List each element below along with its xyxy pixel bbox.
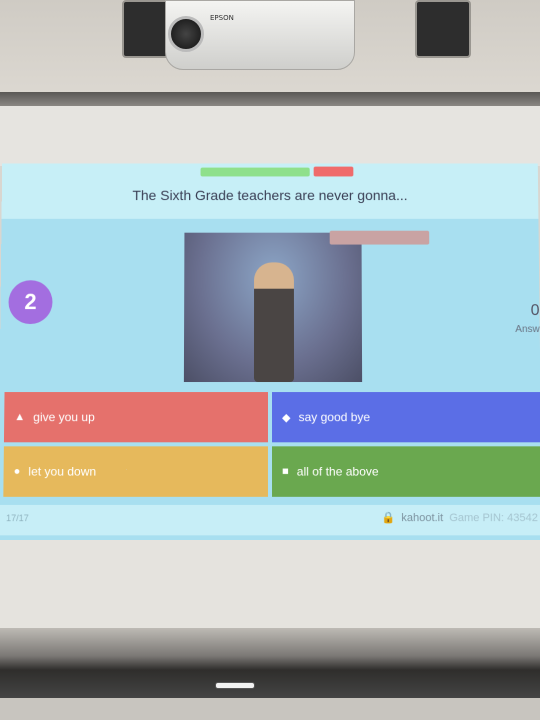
media-overlay-badge	[329, 230, 430, 245]
answer-diamond[interactable]: ◆ say good bye	[272, 392, 540, 443]
answer-circle[interactable]: ● let you down	[3, 446, 268, 497]
join-site: kahoot.it	[401, 511, 444, 524]
question-bar: The Sixth Grade teachers are never gonna…	[1, 163, 539, 219]
answer-label: let you down	[28, 464, 97, 479]
answers-count-value: 0	[530, 302, 540, 320]
answer-square[interactable]: ■ all of the above	[272, 446, 540, 497]
question-counter: 17/17	[6, 513, 29, 524]
projected-screen: The Sixth Grade teachers are never gonna…	[0, 163, 540, 542]
question-media	[183, 232, 363, 383]
floor	[0, 698, 540, 720]
ceiling-rail	[0, 92, 540, 106]
join-info: 🔒 kahoot.it Game PIN: 43542	[381, 511, 539, 525]
triangle-icon: ▲	[14, 411, 26, 424]
square-icon: ■	[282, 465, 289, 478]
marker	[215, 682, 255, 689]
answer-label: all of the above	[296, 464, 379, 479]
diamond-icon: ◆	[282, 411, 291, 424]
answer-label: give you up	[33, 410, 95, 425]
answers-counter: 0 Answ	[515, 302, 540, 335]
screen-share-badge[interactable]	[200, 167, 310, 177]
answer-triangle[interactable]: ▲ give you up	[3, 392, 268, 443]
whiteboard-tray	[0, 628, 540, 698]
projector-lens	[168, 16, 204, 52]
answers-count-label: Answ	[515, 324, 540, 336]
media-person	[253, 262, 295, 383]
game-pin: Game PIN: 43542	[449, 511, 539, 524]
wall-below-screen	[0, 540, 540, 640]
right-speaker	[415, 0, 471, 58]
projector-brand: EPSON	[210, 14, 234, 22]
screen-roll	[0, 106, 540, 166]
countdown-timer: 2	[8, 280, 53, 325]
lock-icon: 🔒	[381, 512, 396, 525]
answer-label: say good bye	[298, 410, 371, 425]
circle-icon: ●	[13, 465, 21, 478]
quiz-footer: 17/17 🔒 kahoot.it Game PIN: 43542	[0, 504, 540, 536]
stop-share-button[interactable]	[313, 166, 354, 177]
question-title: The Sixth Grade teachers are never gonna…	[132, 187, 408, 204]
